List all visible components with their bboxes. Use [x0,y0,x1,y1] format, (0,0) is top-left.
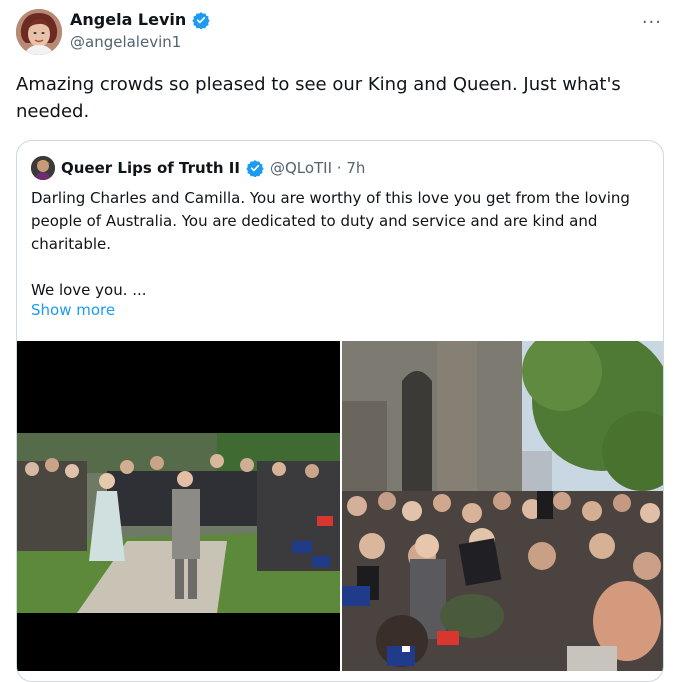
quoted-header: Queer Lips of Truth II @QLoTII · 7h [31,156,365,180]
quoted-text-paragraph: Darling Charles and Camilla. You are wor… [31,189,630,253]
quoted-text: Darling Charles and Camilla. You are wor… [31,187,651,302]
quoted-media [17,341,663,681]
author-name-row: Angela Levin [70,10,210,30]
quoted-tweet[interactable]: Queer Lips of Truth II @QLoTII · 7h Darl… [16,140,664,682]
quoted-text-paragraph: We love you. ... [31,281,147,299]
tweet-text: Amazing crowds so pleased to see our Kin… [16,74,621,122]
verified-badge-icon [192,11,210,30]
quoted-handle-time: @QLoTII · 7h [269,159,366,177]
quoted-avatar[interactable] [31,156,55,180]
more-horizontal-icon[interactable]: ··· [642,12,662,33]
show-more-link[interactable]: Show more [31,301,115,319]
quoted-name: Queer Lips of Truth II [61,159,240,177]
video-thumbnail-left[interactable] [17,341,340,671]
author-handle[interactable]: @angelalevin1 [70,33,181,51]
author-name[interactable]: Angela Levin [70,10,186,29]
author-avatar[interactable] [16,9,62,55]
verified-badge-icon [246,159,264,178]
video-thumbnail-right[interactable] [342,341,663,671]
tweet: Angela Levin @angelalevin1 ··· Amazing c… [0,0,700,682]
